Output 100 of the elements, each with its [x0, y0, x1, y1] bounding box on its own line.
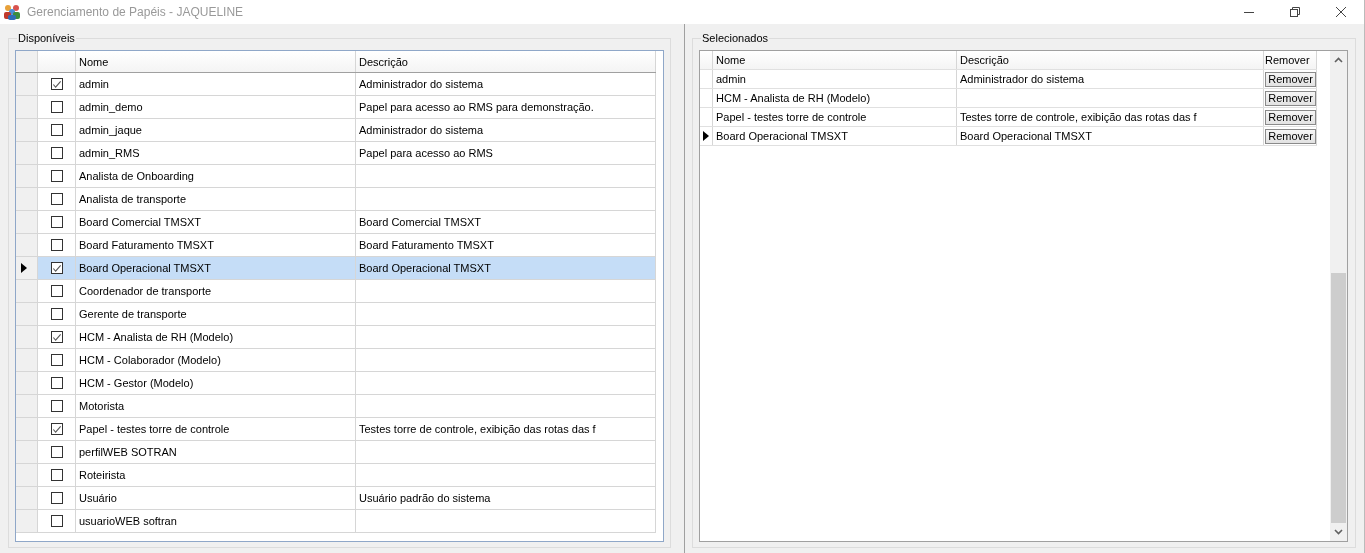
checkbox[interactable] [50, 216, 63, 228]
current-row-icon [703, 131, 709, 141]
checkbox[interactable] [50, 147, 63, 159]
table-row[interactable]: Analista de transporte [16, 188, 656, 211]
group-legend: Selecionados [701, 32, 770, 44]
column-header[interactable] [38, 51, 76, 72]
table-row[interactable]: admin_jaque Administrador do sistema [16, 119, 656, 142]
remove-button[interactable]: Remover [1265, 109, 1316, 125]
table-cell: Board Operacional TMSXT [957, 127, 1264, 145]
table-cell: Board Faturamento TMSXT [356, 234, 656, 256]
table-cell: admin [76, 73, 356, 95]
checkbox[interactable] [50, 101, 63, 113]
table-row[interactable]: admin Administrador do sistema Remover [700, 70, 1317, 89]
scrollbar[interactable] [1330, 51, 1347, 541]
table-row[interactable]: Motorista [16, 395, 656, 418]
checkbox[interactable] [50, 446, 63, 458]
table-row[interactable]: HCM - Colaborador (Modelo) [16, 349, 656, 372]
table-cell: Gerente de transporte [76, 303, 356, 325]
checkbox[interactable] [50, 308, 63, 320]
checkbox[interactable] [50, 78, 63, 90]
table-cell: admin_demo [76, 96, 356, 118]
table-cell: HCM - Colaborador (Modelo) [76, 349, 356, 371]
table-cell: perfilWEB SOTRAN [76, 441, 356, 463]
table-row[interactable]: Board Comercial TMSXT Board Comercial TMSXT [16, 211, 656, 234]
table-row[interactable]: Gerente de transporte [16, 303, 656, 326]
checkbox[interactable] [50, 170, 63, 182]
table-cell: HCM - Analista de RH (Modelo) [76, 326, 356, 348]
table-cell: Papel para acesso ao RMS para demonstração. [356, 96, 656, 118]
remove-button[interactable]: Remover [1265, 128, 1316, 144]
checkbox[interactable] [50, 354, 63, 366]
table-cell: Board Comercial TMSXT [76, 211, 356, 233]
group-legend: Disponíveis [17, 32, 76, 44]
table-row[interactable]: perfilWEB SOTRAN [16, 441, 656, 464]
table-cell: Motorista [76, 395, 356, 417]
table-cell: Administrador do sistema [356, 73, 656, 95]
checkbox[interactable] [50, 400, 63, 412]
table-row[interactable]: HCM - Gestor (Modelo) [16, 372, 656, 395]
column-header[interactable]: Nome [713, 51, 957, 69]
window-title: Gerenciamento de Papéis - JAQUELINE [27, 5, 244, 19]
table-cell: Roteirista [76, 464, 356, 486]
table-cell: Board Operacional TMSXT [713, 127, 957, 145]
checkbox[interactable] [50, 193, 63, 205]
table-cell: Board Comercial TMSXT [356, 211, 656, 233]
column-header[interactable]: Descrição [356, 51, 656, 72]
table-cell: Board Operacional TMSXT [76, 257, 356, 279]
checkbox[interactable] [50, 469, 63, 481]
current-row-icon [21, 263, 27, 273]
table-cell: Testes torre de controle, exibição das rotas das f [356, 418, 656, 440]
table-row[interactable]: admin Administrador do sistema [16, 73, 656, 96]
people-icon [3, 4, 21, 20]
remove-button[interactable]: Remover [1265, 90, 1316, 106]
scrollbar-thumb[interactable] [1331, 273, 1346, 523]
table-row[interactable]: Analista de Onboarding [16, 165, 656, 188]
table-cell: admin [713, 70, 957, 88]
checkbox[interactable] [50, 239, 63, 251]
checkbox[interactable] [50, 423, 63, 435]
table-cell: admin_jaque [76, 119, 356, 141]
table-row[interactable]: admin_demo Papel para acesso ao RMS para demonstração. [16, 96, 656, 119]
restore-icon [1289, 6, 1301, 18]
table-cell: usuarioWEB softran [76, 510, 356, 532]
remove-button[interactable]: Remover [1265, 71, 1316, 87]
scroll-down-icon[interactable] [1334, 529, 1343, 535]
table-cell: Board Faturamento TMSXT [76, 234, 356, 256]
table-cell: Papel - testes torre de controle [76, 418, 356, 440]
checkbox[interactable] [50, 124, 63, 136]
table-cell: Analista de Onboarding [76, 165, 356, 187]
row-header[interactable] [16, 257, 38, 279]
row-header[interactable] [700, 127, 713, 145]
checkbox[interactable] [50, 515, 63, 527]
table-row[interactable]: usuarioWEB softran [16, 510, 656, 533]
checkbox[interactable] [50, 285, 63, 297]
table-cell: Administrador do sistema [356, 119, 656, 141]
table-row[interactable]: Coordenador de transporte [16, 280, 656, 303]
checkbox[interactable] [50, 492, 63, 504]
table-cell: Analista de transporte [76, 188, 356, 210]
table-row[interactable]: Usuário Usuário padrão do sistema [16, 487, 656, 510]
table-cell: HCM - Gestor (Modelo) [76, 372, 356, 394]
checkbox[interactable] [50, 331, 63, 343]
table-row[interactable]: Board Operacional TMSXT Board Operacional TMSXT Remover [700, 127, 1317, 146]
table-row[interactable]: Board Operacional TMSXT Board Operacional TMSXT [16, 257, 656, 280]
checkbox[interactable] [50, 262, 63, 274]
table-row[interactable]: Papel - testes torre de controle Testes torre de controle, exibição das rotas das f Remover [700, 108, 1317, 127]
table-row[interactable]: HCM - Analista de RH (Modelo) Remover [700, 89, 1317, 108]
column-header[interactable]: Remover [1264, 51, 1317, 69]
table-cell: HCM - Analista de RH (Modelo) [713, 89, 957, 107]
table-cell: Administrador do sistema [957, 70, 1264, 88]
column-header[interactable]: Descrição [957, 51, 1264, 69]
scroll-up-icon[interactable] [1334, 57, 1343, 63]
table-cell: Board Operacional TMSXT [356, 257, 656, 279]
header-corner [16, 51, 38, 72]
column-header[interactable]: Nome [76, 51, 356, 72]
close-icon [1335, 6, 1347, 18]
table-row[interactable]: HCM - Analista de RH (Modelo) [16, 326, 656, 349]
table-row[interactable]: Papel - testes torre de controle Testes torre de controle, exibição das rotas das f [16, 418, 656, 441]
table-cell: Papel para acesso ao RMS [356, 142, 656, 164]
checkbox[interactable] [50, 377, 63, 389]
table-row[interactable]: Roteirista [16, 464, 656, 487]
table-cell: Coordenador de transporte [76, 280, 356, 302]
table-row[interactable]: admin_RMS Papel para acesso ao RMS [16, 142, 656, 165]
table-cell: Papel - testes torre de controle [713, 108, 957, 126]
